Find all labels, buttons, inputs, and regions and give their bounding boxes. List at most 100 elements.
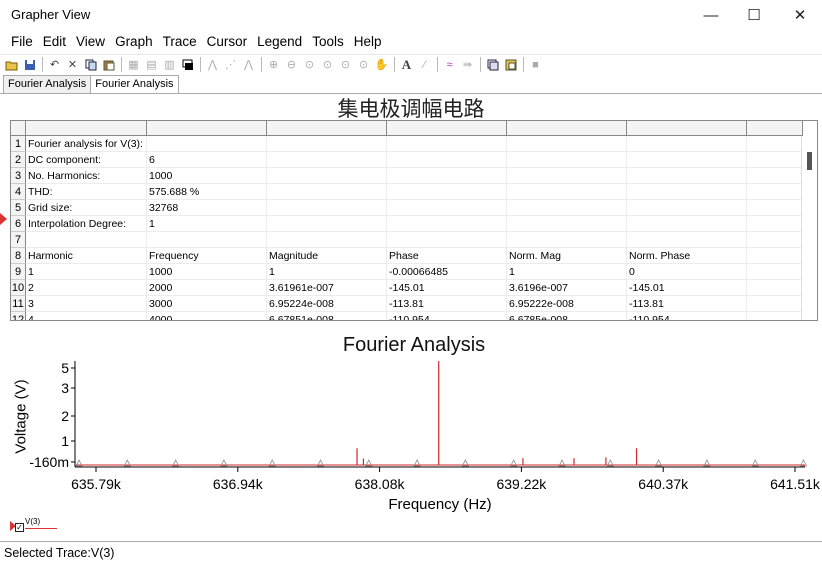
table-cell[interactable] (507, 184, 627, 200)
row-number[interactable]: 9 (11, 264, 26, 280)
table-cell[interactable] (627, 200, 747, 216)
undo-icon[interactable]: ↶ (46, 56, 63, 73)
zoom-x-icon[interactable]: ⊙ (319, 56, 336, 73)
table-cell[interactable]: 2000 (147, 280, 267, 296)
menu-legend[interactable]: Legend (252, 31, 307, 53)
menu-trace[interactable]: Trace (158, 31, 202, 53)
table-row[interactable]: 5 Grid size: 32768 (11, 200, 803, 216)
grid-scrollbar[interactable] (801, 136, 817, 320)
table-cell[interactable] (507, 216, 627, 232)
table-cell[interactable]: 1 (507, 264, 627, 280)
save-icon[interactable] (21, 56, 38, 73)
menu-help[interactable]: Help (349, 31, 387, 53)
table-row[interactable]: 7 (11, 232, 803, 248)
table-cell[interactable]: Magnitude (267, 248, 387, 264)
cursor-icon[interactable]: ⋀ (204, 56, 221, 73)
table-cell[interactable]: Fourier analysis for V(3): (26, 136, 147, 152)
table-cell[interactable] (627, 184, 747, 200)
table-cell[interactable] (267, 136, 387, 152)
table-cell[interactable] (627, 136, 747, 152)
table-cell[interactable]: Interpolation Degree: (26, 216, 147, 232)
table-cell[interactable] (387, 232, 507, 248)
row-number[interactable]: 5 (11, 200, 26, 216)
table-cell[interactable] (507, 232, 627, 248)
grid-icon[interactable]: ▦ (125, 56, 142, 73)
table-cell[interactable]: -0.00066485 (387, 264, 507, 280)
table-cell[interactable] (507, 136, 627, 152)
column-header-a[interactable] (26, 121, 147, 136)
table-row[interactable]: 2 DC component: 6 (11, 152, 803, 168)
maximize-button[interactable]: ☐ (731, 0, 777, 30)
table-cell[interactable] (26, 232, 147, 248)
row-number[interactable]: 8 (11, 248, 26, 264)
table-cell[interactable] (507, 168, 627, 184)
table-row[interactable]: 9 1 1000 1 -0.00066485 1 0 (11, 264, 803, 280)
tab-fourier-analysis-1[interactable]: Fourier Analysis (3, 75, 92, 93)
table-row[interactable]: 1 Fourier analysis for V(3): (11, 136, 803, 152)
table-cell[interactable] (747, 232, 803, 248)
table-cell[interactable] (627, 168, 747, 184)
table-cell[interactable] (147, 232, 267, 248)
table-cell[interactable] (387, 152, 507, 168)
column-header-f[interactable] (627, 121, 747, 136)
chart-plot[interactable]: 5 3 2 1 -160m635.79k 636.94k 638.08k 639.22k 640… (0, 355, 822, 495)
table-cell[interactable] (747, 200, 803, 216)
table-cell[interactable]: THD: (26, 184, 147, 200)
table-cell[interactable]: 1000 (147, 264, 267, 280)
table-cell[interactable] (747, 168, 803, 184)
table-row[interactable]: 11 3 3000 6.95224e-008 -113.81 6.95222e-008 -1… (11, 296, 803, 312)
stop-icon[interactable]: ■ (527, 56, 544, 73)
close-button[interactable]: ✕ (777, 0, 822, 30)
row-number[interactable]: 7 (11, 232, 26, 248)
table-cell[interactable]: 4000 (147, 312, 267, 320)
table-cell[interactable]: Grid size: (26, 200, 147, 216)
row-number[interactable]: 3 (11, 168, 26, 184)
table-row[interactable]: 10 2 2000 3.61961e-007 -145.01 3.6196e-007 -14… (11, 280, 803, 296)
table-cell[interactable] (387, 200, 507, 216)
zoom-out-icon[interactable]: ⊖ (283, 56, 300, 73)
column-header-g[interactable] (747, 121, 803, 136)
table-cell[interactable] (507, 152, 627, 168)
table-row[interactable]: 3 No. Harmonics: 1000 (11, 168, 803, 184)
label-icon[interactable]: ⁄ (416, 56, 433, 73)
table-cell[interactable]: DC component: (26, 152, 147, 168)
table-cell[interactable]: -145.01 (387, 280, 507, 296)
table-cell[interactable] (267, 216, 387, 232)
table-cell[interactable] (267, 232, 387, 248)
paste-icon[interactable] (100, 56, 117, 73)
table-cell[interactable]: 3.61961e-007 (267, 280, 387, 296)
table-cell[interactable] (747, 280, 803, 296)
table-row[interactable]: 12 4 4000 6.67851e-008 -110.954 6.6785e-008 -1… (11, 312, 803, 320)
print-icon[interactable] (179, 56, 196, 73)
table-cell[interactable]: 6.95224e-008 (267, 296, 387, 312)
table-cell[interactable] (747, 216, 803, 232)
delete-icon[interactable]: ✕ (64, 56, 81, 73)
table-cell[interactable] (147, 136, 267, 152)
table-cell[interactable]: 1 (147, 216, 267, 232)
table-cell[interactable] (267, 184, 387, 200)
table-cell[interactable] (747, 136, 803, 152)
table-cell[interactable] (267, 168, 387, 184)
table-cell[interactable] (627, 216, 747, 232)
tab-fourier-analysis-2[interactable]: Fourier Analysis (90, 75, 179, 94)
paste-graph-icon[interactable] (502, 56, 519, 73)
table-icon[interactable]: ▤ (143, 56, 160, 73)
row-number[interactable]: 10 (11, 280, 26, 296)
copy-icon[interactable] (82, 56, 99, 73)
table-cell[interactable] (627, 232, 747, 248)
table-cell[interactable]: -113.81 (387, 296, 507, 312)
table-cell[interactable] (507, 200, 627, 216)
row-number[interactable]: 2 (11, 152, 26, 168)
table-cell[interactable]: -110.954 (627, 312, 747, 320)
table-cell[interactable]: Norm. Phase (627, 248, 747, 264)
table-cell[interactable] (387, 216, 507, 232)
table-cell[interactable]: 6.6785e-008 (507, 312, 627, 320)
scrollbar-thumb[interactable] (807, 152, 812, 170)
export-icon[interactable]: ⇛ (459, 56, 476, 73)
table-cell[interactable] (267, 200, 387, 216)
bar-chart-icon[interactable]: ▥ (161, 56, 178, 73)
table-cell[interactable]: 6 (147, 152, 267, 168)
table-cell[interactable]: Frequency (147, 248, 267, 264)
minimize-button[interactable]: — (688, 0, 734, 30)
row-number[interactable]: 4 (11, 184, 26, 200)
